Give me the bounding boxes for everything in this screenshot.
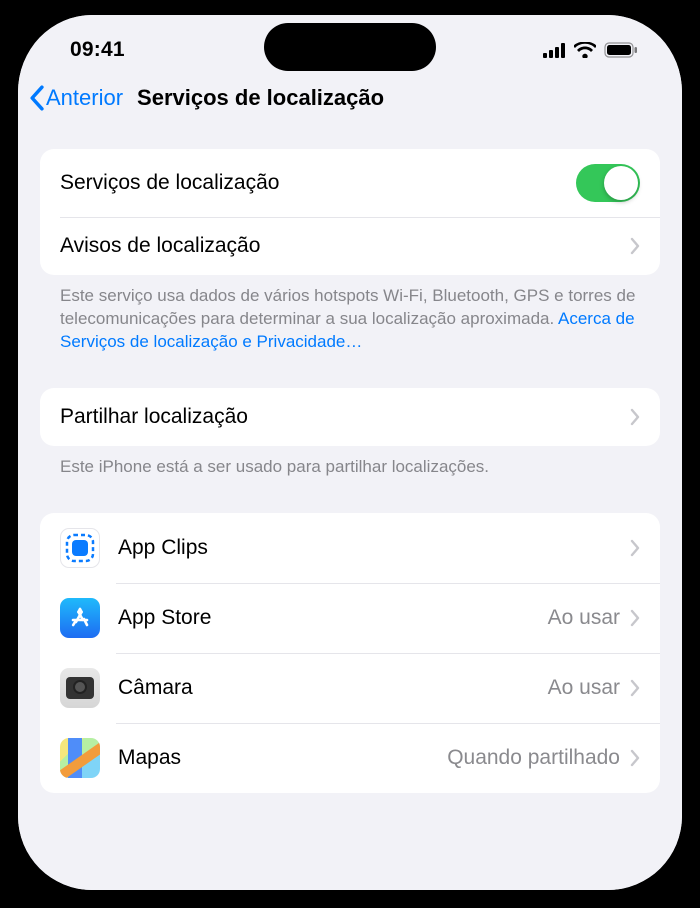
- wifi-icon: [574, 42, 596, 58]
- back-button[interactable]: Anterior: [28, 85, 123, 111]
- appstore-icon: [60, 598, 100, 638]
- screen: 09:41 Anterior Serviços de localização: [18, 15, 682, 890]
- row-app-appstore[interactable]: App Store Ao usar: [40, 583, 660, 653]
- footer-text-location: Este serviço usa dados de vários hotspot…: [40, 275, 660, 354]
- app-name: Câmara: [118, 676, 548, 700]
- app-name: App Clips: [118, 536, 620, 560]
- chevron-right-icon: [630, 749, 640, 767]
- settings-group-share: Partilhar localização: [40, 388, 660, 446]
- chevron-left-icon: [28, 85, 45, 111]
- footer-text-body: Este iPhone está a ser usado para partil…: [60, 457, 489, 476]
- camera-icon: [60, 668, 100, 708]
- app-name: App Store: [118, 606, 548, 630]
- app-value: Ao usar: [548, 676, 620, 700]
- chevron-right-icon: [630, 609, 640, 627]
- settings-group-location: Serviços de localização Avisos de locali…: [40, 149, 660, 275]
- row-app-camera[interactable]: Câmara Ao usar: [40, 653, 660, 723]
- row-location-services[interactable]: Serviços de localização: [40, 149, 660, 217]
- dynamic-island: [264, 23, 436, 71]
- appclips-icon: [60, 528, 100, 568]
- app-value: Quando partilhado: [447, 746, 620, 770]
- row-label: Serviços de localização: [60, 171, 576, 195]
- maps-icon: [60, 738, 100, 778]
- row-share-location[interactable]: Partilhar localização: [40, 388, 660, 446]
- settings-group-apps: App Clips App Store Ao usar: [40, 513, 660, 793]
- footer-text-body: Este serviço usa dados de vários hotspot…: [60, 286, 635, 328]
- row-label: Partilhar localização: [60, 405, 630, 429]
- footer-text-share: Este iPhone está a ser usado para partil…: [40, 446, 660, 479]
- nav-bar: Anterior Serviços de localização: [18, 77, 682, 123]
- row-app-appclips[interactable]: App Clips: [40, 513, 660, 583]
- status-icons: [543, 42, 638, 58]
- chevron-right-icon: [630, 679, 640, 697]
- cellular-icon: [543, 43, 566, 58]
- chevron-right-icon: [630, 408, 640, 426]
- toggle-knob: [604, 166, 638, 200]
- location-services-toggle[interactable]: [576, 164, 640, 202]
- screen-bezel: 09:41 Anterior Serviços de localização: [0, 0, 700, 908]
- row-app-maps[interactable]: Mapas Quando partilhado: [40, 723, 660, 793]
- chevron-right-icon: [630, 237, 640, 255]
- battery-icon: [604, 42, 638, 58]
- back-label: Anterior: [46, 85, 123, 111]
- row-location-alerts[interactable]: Avisos de localização: [40, 217, 660, 275]
- phone-frame: 09:41 Anterior Serviços de localização: [0, 0, 700, 908]
- app-value: Ao usar: [548, 606, 620, 630]
- row-label: Avisos de localização: [60, 234, 630, 258]
- content-scroll[interactable]: Serviços de localização Avisos de locali…: [18, 123, 682, 890]
- app-name: Mapas: [118, 746, 447, 770]
- chevron-right-icon: [630, 539, 640, 557]
- nav-title: Serviços de localização: [137, 85, 384, 111]
- status-time: 09:41: [70, 38, 125, 62]
- status-bar: 09:41: [18, 23, 682, 77]
